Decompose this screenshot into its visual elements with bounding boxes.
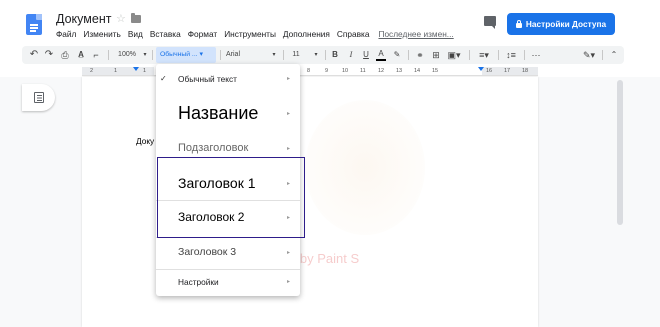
menu-bar: Файл Изменить Вид Вставка Формат Инструм…: [56, 29, 461, 39]
last-edit-link[interactable]: Последнее измен...: [378, 29, 453, 39]
ruler-tick: 18: [522, 68, 529, 74]
chevron-right-icon: ▸: [287, 146, 291, 152]
toolbar-divider: [283, 50, 284, 60]
menu-view[interactable]: Вид: [128, 29, 143, 39]
edit-mode-icon[interactable]: ✎▾: [580, 46, 598, 64]
redo-icon[interactable]: ↷: [43, 46, 55, 64]
toolbar-divider: [524, 50, 525, 60]
toolbar-divider: [325, 50, 326, 60]
chevron-right-icon: ▸: [287, 279, 291, 285]
bold-button[interactable]: B: [330, 46, 340, 64]
text-color-button[interactable]: A: [376, 46, 386, 61]
menu-edit[interactable]: Изменить: [83, 29, 120, 39]
line-spacing-icon[interactable]: ↕≡: [504, 46, 518, 64]
share-button-label: Настройки Доступа: [525, 19, 607, 29]
toolbar-divider: [152, 50, 153, 60]
ruler-tick: 11: [360, 68, 366, 74]
style-option-normal-text[interactable]: ✓ Обычный текст ▸: [156, 64, 300, 92]
chevron-right-icon: ▸: [287, 111, 291, 117]
style-option-label: Обычный текст: [178, 74, 237, 84]
ruler[interactable]: 2 1 1 2 8 9 10 11 12 13 14 15 16 17 18: [82, 67, 538, 76]
toolbar-divider: [602, 50, 603, 60]
ruler-tick: 8: [307, 68, 311, 74]
chevron-right-icon: ▸: [287, 250, 291, 256]
ruler-tick: 14: [414, 68, 421, 74]
watermark-image: [305, 100, 425, 235]
folder-icon[interactable]: [131, 13, 141, 23]
paint-format-icon[interactable]: ⌐: [90, 46, 102, 64]
menu-addons[interactable]: Дополнения: [283, 29, 330, 39]
menu-file[interactable]: Файл: [56, 29, 76, 39]
style-option-label: Название: [178, 103, 259, 123]
zoom-value: 100%: [118, 51, 136, 58]
style-value: Обычный ...: [160, 51, 198, 58]
ruler-tick: 16: [486, 68, 493, 74]
ruler-tick: 13: [396, 68, 403, 74]
ruler-tick: 9: [325, 68, 329, 74]
chevron-down-icon[interactable]: ▾: [270, 46, 278, 64]
docs-logo-icon[interactable]: [26, 14, 42, 35]
ruler-tick: 12: [378, 68, 385, 74]
collapse-icon[interactable]: ⌃: [608, 46, 620, 64]
highlight-icon[interactable]: ✎: [392, 46, 402, 64]
more-icon[interactable]: ⋯: [529, 46, 543, 64]
star-icon[interactable]: ☆: [116, 12, 126, 25]
menu-insert[interactable]: Вставка: [150, 29, 181, 39]
add-comment-icon[interactable]: ⊞: [430, 46, 442, 64]
font-size-value: 11: [292, 51, 300, 58]
checkmark-icon: ✓: [160, 74, 167, 83]
style-option-label: Настройки: [178, 277, 219, 287]
menu-format[interactable]: Формат: [188, 29, 217, 39]
menu-divider: [156, 269, 300, 270]
annotation-highlight-box: [157, 157, 305, 238]
ruler-tick: 1: [143, 68, 147, 74]
ruler-tick: 2: [90, 68, 94, 74]
comment-icon[interactable]: [484, 16, 496, 29]
style-option-label: Подзаголовок: [178, 142, 249, 154]
chevron-right-icon: ▸: [287, 76, 291, 82]
style-option-label: Заголовок 3: [178, 246, 237, 258]
outline-icon: [34, 92, 44, 103]
toolbar-divider: [469, 50, 470, 60]
style-option-title[interactable]: Название ▸: [156, 96, 300, 130]
chevron-down-icon[interactable]: ▾: [141, 46, 149, 64]
toolbar-divider: [220, 50, 221, 60]
font-size-select[interactable]: 11: [290, 46, 302, 64]
italic-button[interactable]: I: [346, 46, 356, 64]
font-value: Arial: [226, 51, 241, 58]
spellcheck-icon[interactable]: A̲: [75, 46, 87, 64]
document-page[interactable]: [82, 77, 538, 327]
underline-button[interactable]: U: [361, 46, 371, 64]
ruler-tick: 17: [504, 68, 511, 74]
share-button[interactable]: Настройки Доступа: [507, 13, 615, 35]
undo-icon[interactable]: ↶: [28, 46, 40, 64]
lock-icon: [515, 19, 522, 28]
document-title[interactable]: Документ: [56, 12, 111, 26]
font-select[interactable]: Arial: [226, 46, 266, 64]
right-indent-marker[interactable]: [478, 67, 484, 71]
menu-tools[interactable]: Инструменты: [224, 29, 276, 39]
print-icon[interactable]: ⎙: [59, 46, 71, 64]
ruler-tick: 15: [432, 68, 439, 74]
toolbar-divider: [498, 50, 499, 60]
document-text[interactable]: Доку: [136, 136, 154, 146]
ruler-tick: 1: [114, 68, 118, 74]
header-bar: Документ ☆ Файл Изменить Вид Вставка Фор…: [0, 0, 660, 44]
insert-image-icon[interactable]: ▣▾: [446, 46, 462, 64]
indent-marker[interactable]: [133, 67, 139, 71]
toolbar-divider: [408, 50, 409, 60]
style-option-settings[interactable]: Настройки ▸: [156, 271, 300, 295]
style-option-heading-3[interactable]: Заголовок 3 ▸: [156, 240, 300, 266]
paragraph-style-select[interactable]: Обычный ... ▾: [156, 47, 216, 63]
toolbar-divider: [108, 50, 109, 60]
chevron-down-icon[interactable]: ▾: [312, 46, 320, 64]
document-outline-button[interactable]: [22, 84, 55, 111]
menu-help[interactable]: Справка: [337, 29, 370, 39]
zoom-select[interactable]: 100%: [114, 46, 140, 64]
align-icon[interactable]: ≡▾: [475, 46, 493, 64]
vertical-scrollbar[interactable]: [617, 80, 623, 225]
link-icon[interactable]: ⚭: [414, 46, 426, 64]
toolbar: ↶ ↷ ⎙ A̲ ⌐ 100% ▾ Обычный ... ▾ Arial ▾ …: [22, 46, 624, 64]
ruler-tick: 10: [342, 68, 349, 74]
